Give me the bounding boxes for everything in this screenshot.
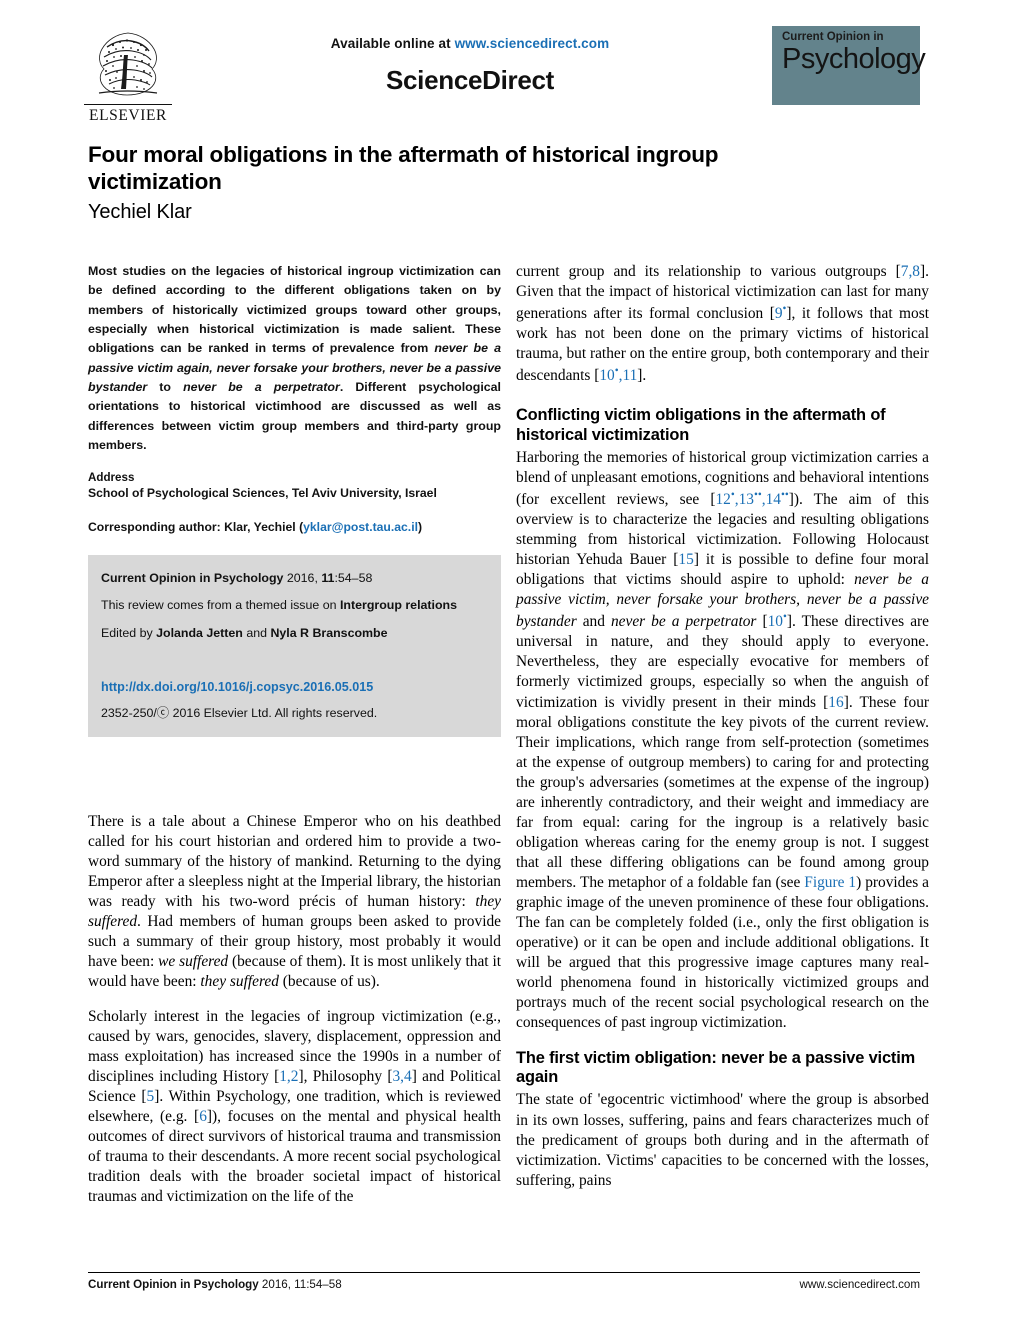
sciencedirect-wordmark: ScienceDirect xyxy=(385,65,555,95)
body-text: ]. These four moral obligations constitu… xyxy=(516,693,930,891)
footer-citation: Current Opinion in Psychology 2016, 11:5… xyxy=(88,1278,342,1291)
citation-volume: 11 xyxy=(321,570,335,585)
citation-editors-line: Edited by Jolanda Jetten and Nyla R Bran… xyxy=(101,624,488,643)
emphasis-text: never be a perpetrator xyxy=(610,613,757,631)
section-heading-conflicting-obligations: Conflicting victim obligations in the af… xyxy=(516,406,886,444)
reference-link[interactable]: ,13 xyxy=(735,491,754,508)
body-text: current group and its relationship to va… xyxy=(516,263,901,280)
paragraph: Scholarly interest in the legacies of in… xyxy=(88,1007,501,1207)
reference-link[interactable]: ,14 xyxy=(762,491,781,508)
reference-link[interactable]: 7,8 xyxy=(901,263,920,280)
footer-row: Current Opinion in Psychology 2016, 11:5… xyxy=(88,1278,920,1291)
address-line: School of Psychological Sciences, Tel Av… xyxy=(88,486,437,501)
available-online-prefix: Available online at xyxy=(330,36,455,51)
body-text: The state of 'egocentric victimhood' whe… xyxy=(516,1091,929,1189)
themed-prefix: This review comes from a themed issue on xyxy=(101,598,340,613)
corresponding-suffix: ) xyxy=(417,519,423,534)
doi-link[interactable]: http://dx.doi.org/10.1016/j.copsyc.2016.… xyxy=(101,680,488,694)
article-author: Yechiel Klar xyxy=(88,201,192,223)
address-heading: Address xyxy=(88,471,135,485)
reference-importance-marker: •• xyxy=(753,489,762,502)
right-column-body: current group and its relationship to va… xyxy=(516,262,929,1206)
emphasis-text: they suffered xyxy=(200,973,279,991)
reference-link[interactable]: 15 xyxy=(678,551,693,568)
citation-pages: :54–58 xyxy=(334,570,373,585)
article-page: ELSEVIER Available online at www.science… xyxy=(0,0,1020,1323)
journal-badge-name: Psychology xyxy=(782,42,926,75)
body-text: [ xyxy=(756,613,768,631)
citation-journal-line: Current Opinion in Psychology 2016, 11:5… xyxy=(101,569,488,588)
citation-box-spacer xyxy=(101,652,488,680)
abstract-mid-1: to xyxy=(147,380,184,395)
body-text: ) provides a graphic image of the uneven… xyxy=(516,873,929,1031)
reference-importance-marker: •• xyxy=(781,489,789,502)
title-block: Four moral obligations in the aftermath … xyxy=(88,141,788,224)
elsevier-wordmark: ELSEVIER xyxy=(89,107,167,124)
journal-badge: Current Opinion in Psychology xyxy=(772,26,926,105)
citation-box: Current Opinion in Psychology 2016, 11:5… xyxy=(88,554,501,737)
reference-link[interactable]: 6 xyxy=(199,1108,207,1125)
reference-link[interactable]: 9 xyxy=(775,305,783,322)
body-text: There is a tale about a Chinese Emperor … xyxy=(88,813,501,911)
corresponding-author-line: Corresponding author: Klar, Yechiel (ykl… xyxy=(88,520,501,534)
body-text: ], Philosophy [ xyxy=(298,1068,393,1086)
edited-conjunction: and xyxy=(242,625,271,640)
paragraph: Harboring the memories of historical gro… xyxy=(516,448,929,1033)
left-column-meta: Most studies on the legacies of historic… xyxy=(88,262,501,737)
reference-link[interactable]: ,11 xyxy=(619,367,638,384)
abstract-italic-2: never be a perpetrator xyxy=(183,380,340,395)
left-column-body: There is a tale about a Chinese Emperor … xyxy=(88,812,501,1222)
editor-two: Nyla R Branscombe xyxy=(270,625,388,640)
elsevier-divider xyxy=(84,104,172,105)
footer-website: www.sciencedirect.com xyxy=(799,1278,920,1291)
journal-badge-series: Current Opinion in xyxy=(782,31,884,43)
abstract: Most studies on the legacies of historic… xyxy=(88,262,501,455)
section-heading-first-victim-obligation: The first victim obligation: never be a … xyxy=(516,1048,916,1087)
edited-prefix: Edited by xyxy=(101,625,157,640)
page-footer: Current Opinion in Psychology 2016, 11:5… xyxy=(88,1272,920,1291)
reference-link[interactable]: 3,4 xyxy=(392,1068,411,1085)
citation-year: 2016, xyxy=(283,570,322,585)
article-title: Four moral obligations in the aftermath … xyxy=(88,142,719,194)
footer-journal-name: Current Opinion in Psychology xyxy=(88,1278,259,1291)
paragraph: There is a tale about a Chinese Emperor … xyxy=(88,812,501,992)
body-text: (because of us). xyxy=(278,973,380,991)
footer-volume-pages: 2016, 11:54–58 xyxy=(258,1278,342,1291)
reference-link[interactable]: Figure 1 xyxy=(804,874,856,891)
corresponding-prefix: Corresponding author: Klar, Yechiel ( xyxy=(88,519,304,534)
reference-link[interactable]: 16 xyxy=(828,694,843,711)
body-text: ]. xyxy=(637,367,647,385)
corresponding-email-link[interactable]: yklar@post.tau.ac.il xyxy=(303,520,418,534)
reference-link[interactable]: 1,2 xyxy=(279,1068,298,1085)
citation-journal-name: Current Opinion in Psychology xyxy=(101,570,284,585)
issn-copyright-line: 2352-250/ⓒ 2016 Elsevier Ltd. All rights… xyxy=(101,705,378,720)
editor-one: Jolanda Jetten xyxy=(156,625,243,640)
citation-themed-line: This review comes from a themed issue on… xyxy=(101,596,488,615)
reference-link[interactable]: 12 xyxy=(715,491,730,508)
reference-link[interactable]: 10 xyxy=(768,613,783,630)
reference-link[interactable]: 10 xyxy=(599,367,614,384)
sciencedirect-block: Available online at www.sciencedirect.co… xyxy=(255,36,685,96)
paragraph: The state of 'egocentric victimhood' whe… xyxy=(516,1090,929,1190)
body-text: and xyxy=(576,613,611,631)
emphasis-text: we suffered xyxy=(158,953,229,971)
footer-divider xyxy=(88,1272,920,1273)
sciencedirect-url[interactable]: www.sciencedirect.com xyxy=(455,36,610,51)
paragraph: current group and its relationship to va… xyxy=(516,262,929,386)
elsevier-logo: ELSEVIER xyxy=(82,27,174,127)
themed-issue-name: Intergroup relations xyxy=(339,598,458,613)
elsevier-tree-icon xyxy=(98,32,158,96)
masthead: ELSEVIER Available online at www.science… xyxy=(0,0,1020,132)
available-online-line: Available online at www.sciencedirect.co… xyxy=(255,36,685,51)
